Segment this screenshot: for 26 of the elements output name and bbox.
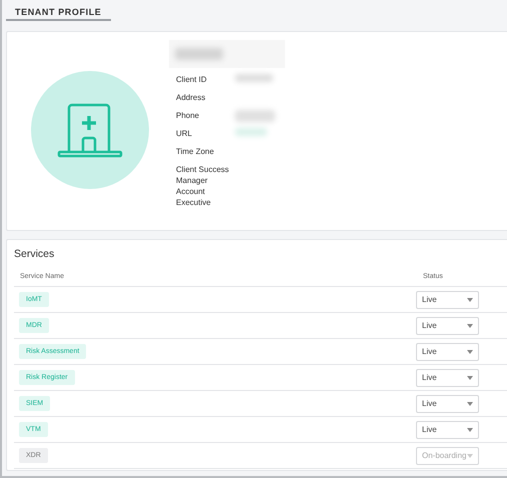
field-label: URL <box>175 128 194 139</box>
hospital-icon <box>57 102 123 158</box>
status-dropdown[interactable]: Live <box>416 394 479 412</box>
caret-icon <box>467 376 473 380</box>
status-dropdown[interactable]: Live <box>416 342 479 360</box>
status-dropdown[interactable]: Live <box>416 368 479 386</box>
caret-icon <box>467 298 473 302</box>
section-title: Services <box>14 248 56 260</box>
status-dropdown[interactable]: Live <box>416 290 479 308</box>
caret-icon <box>467 350 473 354</box>
tab[interactable]: TENANT PROFILE <box>6 0 112 21</box>
status-dropdown[interactable]: Live <box>416 316 479 334</box>
status-dropdown[interactable]: Live <box>416 420 479 438</box>
field-label: Client ID <box>175 74 208 85</box>
redacted-value <box>235 74 273 82</box>
field-label: Account Executive <box>175 186 212 208</box>
caret-icon <box>467 454 473 458</box>
caret-icon <box>467 402 473 406</box>
field-label: Client Success Manager <box>175 164 230 186</box>
field-label: Address <box>175 92 206 103</box>
field-label: Time Zone <box>175 146 215 157</box>
field-label: Phone <box>175 110 200 121</box>
caret-icon <box>467 428 473 432</box>
redacted-value <box>235 128 267 136</box>
caret-icon <box>467 324 473 328</box>
redacted-value <box>235 110 275 122</box>
